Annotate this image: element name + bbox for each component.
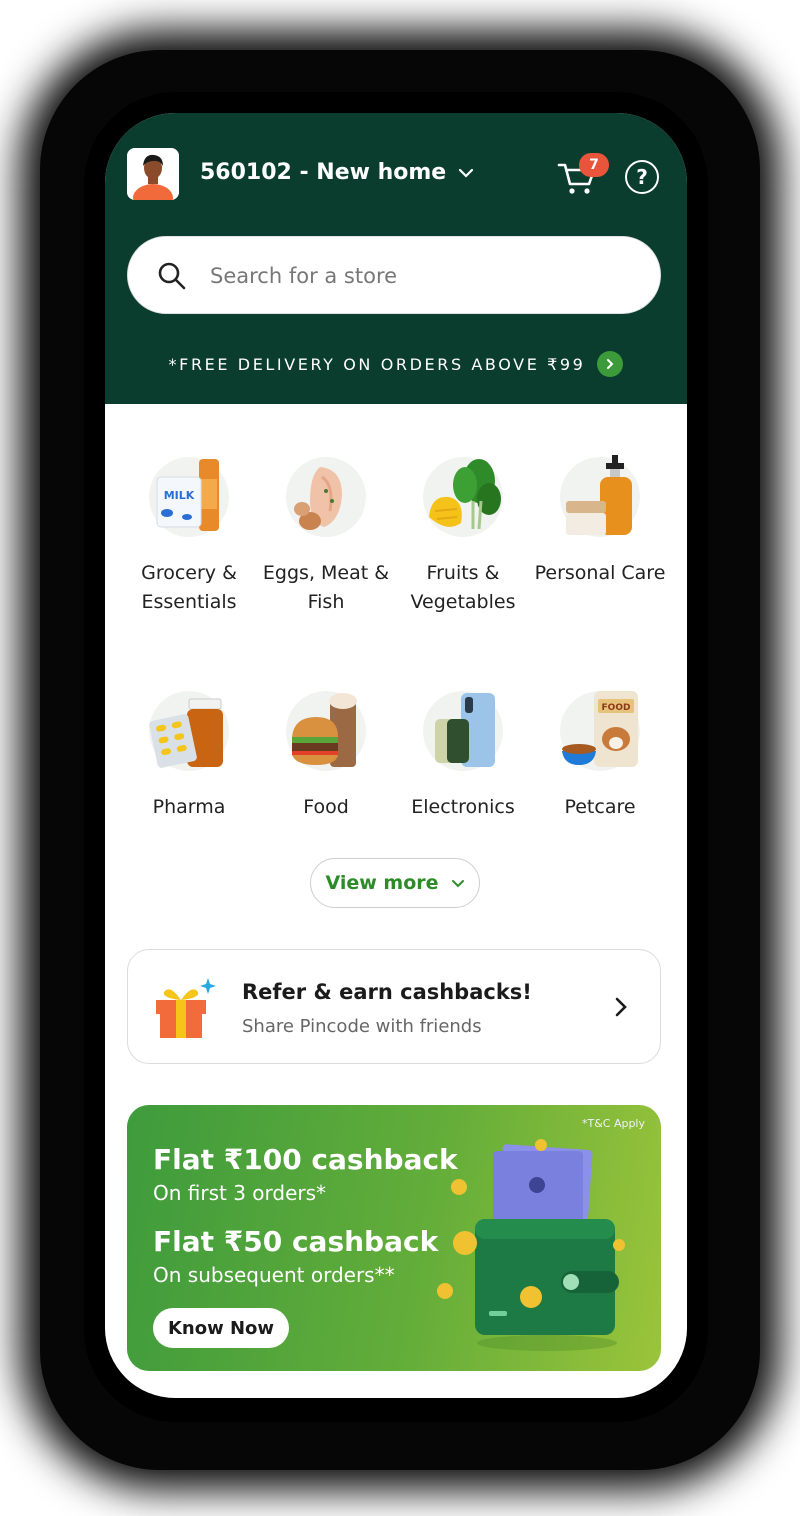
search-bar[interactable] <box>127 236 661 314</box>
category-label: Fruits & Vegetables <box>410 562 516 613</box>
category-meat[interactable]: Eggs, Meat & Fish <box>256 451 396 617</box>
search-input[interactable] <box>208 255 632 297</box>
category-label: Grocery & Essentials <box>141 562 237 613</box>
category-label: Food <box>303 796 349 818</box>
svg-text:FOOD: FOOD <box>602 703 631 713</box>
category-grocery[interactable]: MILK Grocery & Essentials <box>119 451 259 617</box>
offer-headline-2: Flat ₹50 cashback <box>153 1225 439 1258</box>
category-label: Eggs, Meat & Fish <box>262 562 390 613</box>
refer-subtitle: Share Pincode with friends <box>242 1016 482 1037</box>
cashback-banner[interactable]: *T&C Apply Flat ₹100 cashback On first 3… <box>127 1105 661 1371</box>
cart-count-badge: 7 <box>579 153 609 177</box>
category-pharma[interactable]: Pharma <box>119 685 259 822</box>
refer-earn-card[interactable]: Refer & earn cashbacks! Share Pincode wi… <box>127 949 661 1064</box>
chevron-down-icon <box>451 879 464 887</box>
offer-subline-2: On subsequent orders** <box>153 1263 395 1287</box>
category-food[interactable]: Food <box>256 685 396 822</box>
refer-title: Refer & earn cashbacks! <box>242 980 532 1004</box>
category-label: Petcare <box>564 796 636 818</box>
view-more-label: View more <box>325 872 439 894</box>
chevron-right-icon <box>615 997 627 1017</box>
category-petcare[interactable]: FOOD Petcare <box>530 685 670 822</box>
offer-headline-1: Flat ₹100 cashback <box>153 1143 458 1176</box>
svg-text:MILK: MILK <box>164 489 195 502</box>
chevron-down-icon <box>459 168 474 178</box>
app-screen: 560102 - New home 7 ? *FREE DELIVERY ON … <box>105 113 687 1398</box>
free-delivery-banner[interactable]: *FREE DELIVERY ON ORDERS ABOVE ₹99 <box>105 351 687 377</box>
category-vegetables[interactable]: Fruits & Vegetables <box>393 451 533 617</box>
personal-care-icon <box>554 451 646 543</box>
avatar[interactable] <box>127 148 179 200</box>
location-selector[interactable]: 560102 - New home <box>200 160 474 185</box>
category-label: Pharma <box>152 796 226 818</box>
grocery-icon: MILK <box>143 451 235 543</box>
app-header: 560102 - New home 7 ? *FREE DELIVERY ON … <box>105 113 687 404</box>
arrow-right-icon <box>597 351 624 377</box>
view-more-button[interactable]: View more <box>310 858 480 908</box>
offer-subline-1: On first 3 orders* <box>153 1181 327 1205</box>
user-avatar-icon <box>127 148 179 200</box>
location-label: 560102 - New home <box>200 160 447 185</box>
category-personal-care[interactable]: Personal Care <box>530 451 670 588</box>
search-icon <box>158 262 186 290</box>
category-label: Personal Care <box>534 562 666 584</box>
meat-icon <box>280 451 372 543</box>
petcare-icon: FOOD <box>554 685 646 777</box>
pharma-icon <box>143 685 235 777</box>
wallet-icon <box>437 1139 625 1351</box>
food-icon <box>280 685 372 777</box>
vegetables-icon <box>417 451 509 543</box>
help-button[interactable]: ? <box>625 160 659 194</box>
category-label: Electronics <box>411 796 515 818</box>
know-now-button[interactable]: Know Now <box>153 1308 289 1348</box>
electronics-icon <box>417 685 509 777</box>
free-delivery-text: *FREE DELIVERY ON ORDERS ABOVE ₹99 <box>168 354 586 374</box>
terms-note: *T&C Apply <box>581 1117 645 1130</box>
help-icon: ? <box>636 165 648 189</box>
category-electronics[interactable]: Electronics <box>393 685 533 822</box>
gift-icon <box>156 978 216 1038</box>
